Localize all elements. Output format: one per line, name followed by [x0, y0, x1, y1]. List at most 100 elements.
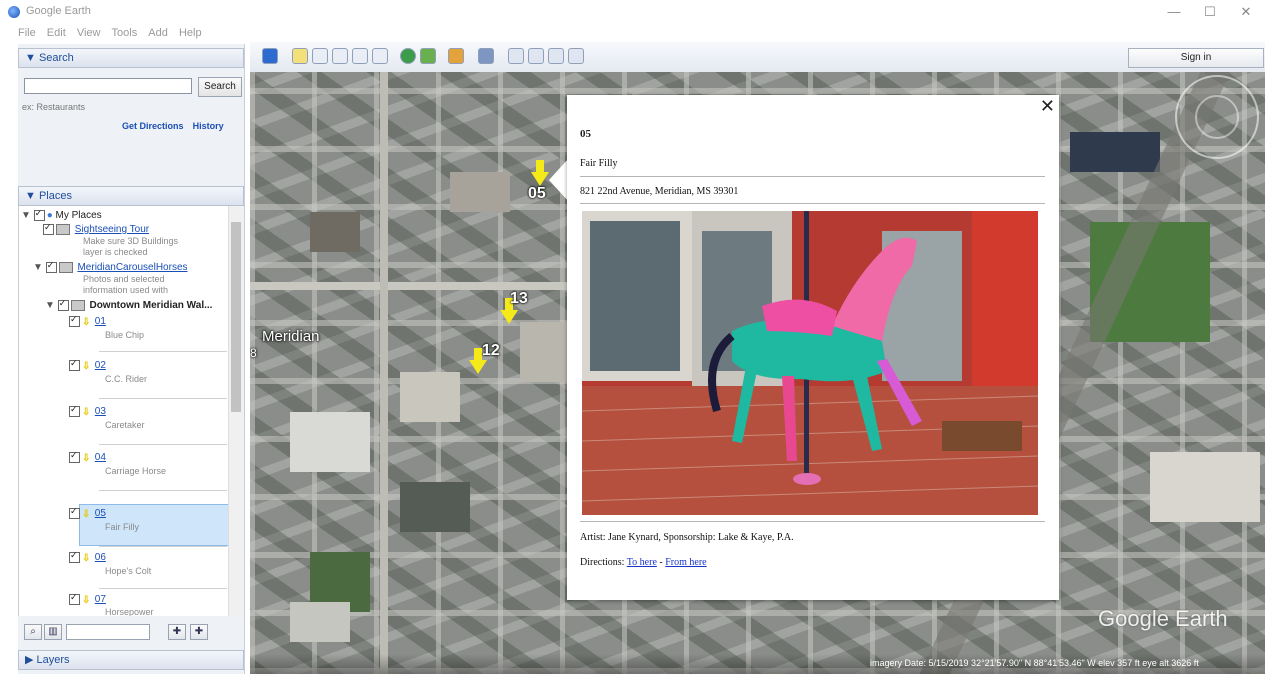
sightseeing-link[interactable]: Sightseeing Tour — [75, 224, 149, 235]
checkbox[interactable] — [45, 260, 57, 273]
menu-bar: File Edit View Tools Add Help — [0, 24, 1265, 42]
sightseeing-row[interactable]: Sightseeing Tour — [43, 222, 149, 235]
move-up-icon[interactable]: ✚ — [168, 624, 186, 640]
pin-icon: ⇩ — [82, 508, 91, 520]
place-item-01[interactable]: ⇩ 01 — [69, 314, 106, 328]
road — [250, 282, 570, 290]
checkbox[interactable] — [33, 208, 45, 221]
building-roof — [1150, 452, 1260, 522]
checkbox[interactable] — [69, 506, 80, 519]
print-icon[interactable] — [528, 48, 544, 64]
balloon-close-button[interactable]: ✕ — [1040, 96, 1055, 117]
menu-edit[interactable]: Edit — [47, 24, 66, 42]
carousel-horse-photo — [582, 211, 1038, 515]
meridian-row[interactable]: ▼ MeridianCarouselHorses — [33, 260, 188, 273]
get-directions-link[interactable]: Get Directions — [122, 121, 184, 131]
menu-view[interactable]: View — [77, 24, 101, 42]
sign-in-button[interactable]: Sign in — [1128, 48, 1264, 68]
search-button[interactable]: Search — [198, 77, 242, 97]
checkbox[interactable] — [69, 592, 80, 605]
meridian-desc-2: information used with — [83, 285, 169, 295]
meridian-link[interactable]: MeridianCarouselHorses — [77, 262, 187, 273]
maximize-button[interactable]: ☐ — [1196, 3, 1224, 21]
building-roof — [310, 212, 360, 252]
checkbox[interactable] — [69, 404, 80, 417]
search-places-icon[interactable]: ⌕ — [24, 624, 42, 640]
downtown-row[interactable]: ▼ Downtown Meridian Wal... — [45, 298, 213, 312]
scroll-thumb[interactable] — [231, 222, 241, 412]
sunlight-icon[interactable] — [420, 48, 436, 64]
sidebar: ▼ Search Search ex: Restaurants Get Dire… — [18, 44, 245, 674]
place-item-03[interactable]: ⇩ 03 — [69, 404, 106, 418]
menu-add[interactable]: Add — [148, 24, 168, 42]
add-placemark-icon[interactable] — [292, 48, 308, 64]
divider — [99, 588, 227, 589]
ruler-icon[interactable] — [478, 48, 494, 64]
close-window-button[interactable]: ✕ — [1232, 3, 1260, 21]
history-link[interactable]: History — [193, 121, 224, 131]
minimize-button[interactable]: — — [1160, 3, 1188, 21]
place-item-04[interactable]: ⇩ 04 — [69, 450, 106, 464]
add-polygon-icon[interactable] — [312, 48, 328, 64]
place-item-02[interactable]: ⇩ 02 — [69, 358, 106, 372]
save-image-icon[interactable] — [548, 48, 564, 64]
balloon-title: 05 — [580, 128, 591, 140]
menu-file[interactable]: File — [18, 24, 36, 42]
place-item-number[interactable]: 06 — [95, 552, 106, 563]
planets-icon[interactable] — [448, 48, 464, 64]
checkbox[interactable] — [69, 550, 80, 563]
building-roof — [290, 412, 370, 472]
divider — [580, 521, 1045, 522]
checkbox[interactable] — [69, 450, 80, 463]
view-in-maps-icon[interactable] — [568, 48, 584, 64]
places-filter-input[interactable] — [66, 624, 150, 640]
panel-toggle-icon[interactable]: ▥ — [44, 624, 62, 640]
map-pin-05[interactable] — [531, 160, 549, 186]
place-item-05[interactable]: ⇩ 05 — [69, 506, 106, 520]
place-item-number[interactable]: 02 — [95, 360, 106, 371]
menu-tools[interactable]: Tools — [112, 24, 138, 42]
place-item-07[interactable]: ⇩ 07 — [69, 592, 106, 606]
place-item-number[interactable]: 04 — [95, 452, 106, 463]
to-here-link[interactable]: To here — [627, 557, 657, 568]
from-here-link[interactable]: From here — [665, 557, 706, 568]
move-down-icon[interactable]: ✚ — [190, 624, 208, 640]
place-item-06[interactable]: ⇩ 06 — [69, 550, 106, 564]
sidebar-toggle-icon[interactable] — [262, 48, 278, 64]
place-item-number[interactable]: 05 — [95, 508, 106, 519]
directions-label: Directions: — [580, 557, 625, 568]
places-scrollbar[interactable] — [228, 206, 243, 616]
my-places-row[interactable]: ▼ ● My Places — [21, 208, 102, 222]
historical-imagery-icon[interactable] — [400, 48, 416, 64]
place-item-name: Blue Chip — [105, 330, 145, 340]
places-panel-header[interactable]: ▼ Places — [18, 186, 244, 206]
navigation-compass[interactable] — [1175, 75, 1259, 159]
globe-icon: ● — [46, 210, 53, 222]
place-item-number[interactable]: 01 — [95, 316, 106, 327]
divider — [580, 203, 1045, 204]
search-panel-header[interactable]: ▼ Search — [18, 48, 244, 68]
checkbox[interactable] — [57, 298, 69, 311]
building-roof — [450, 172, 510, 212]
record-tour-icon[interactable] — [372, 48, 388, 64]
email-icon[interactable] — [508, 48, 524, 64]
directions-separator: - — [659, 557, 663, 568]
search-input[interactable] — [24, 78, 192, 94]
downtown-label: Downtown Meridian Wal... — [89, 300, 213, 312]
place-item-number[interactable]: 07 — [95, 594, 106, 605]
menu-help[interactable]: Help — [179, 24, 202, 42]
layers-panel-header[interactable]: ▶ Layers — [18, 650, 244, 670]
add-path-icon[interactable] — [332, 48, 348, 64]
add-overlay-icon[interactable] — [352, 48, 368, 64]
place-item-number[interactable]: 03 — [95, 406, 106, 417]
checkbox[interactable] — [69, 314, 80, 327]
divider — [580, 176, 1045, 177]
balloon-tail — [549, 158, 569, 202]
map-pin-label: 13 — [510, 290, 528, 307]
map-pin-13[interactable] — [500, 298, 518, 324]
map-pin-12[interactable] — [469, 348, 487, 374]
balloon-address: 821 22nd Avenue, Meridian, MS 39301 — [580, 186, 739, 197]
google-earth-logo-icon — [8, 6, 20, 18]
checkbox[interactable] — [69, 358, 80, 371]
checkbox[interactable] — [43, 222, 54, 235]
